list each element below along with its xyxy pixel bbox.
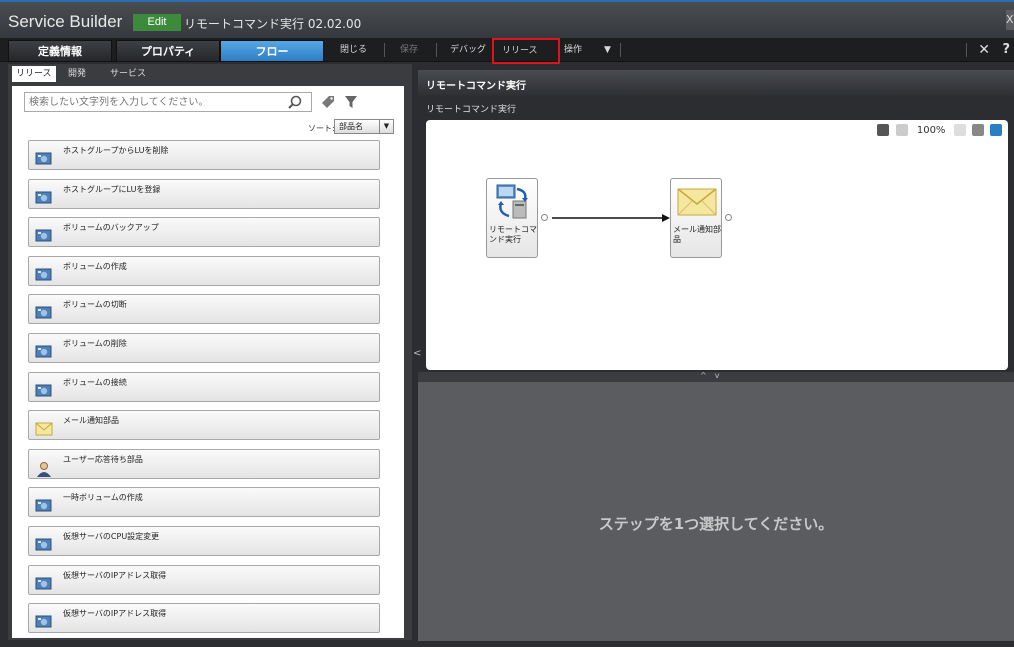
flow-canvas[interactable]: 100% リモートコマンド実行 メール通知部品 — [426, 120, 1008, 370]
mail-icon — [677, 188, 717, 216]
flow-subtitle: リモートコマンド実行 — [426, 105, 517, 115]
search-input[interactable] — [24, 92, 312, 112]
component-icon — [35, 384, 53, 398]
tab-toolbar-row: 定義情報 プロパティ フロー 閉じる 保存 デバッグ リリース 操作 ▼ ✕ ? — [0, 38, 1014, 64]
list-item[interactable]: ボリュームのバックアップ — [28, 217, 380, 248]
list-item[interactable]: ボリュームの接続 — [28, 371, 380, 402]
list-item-label: メール通知部品 — [63, 416, 119, 426]
list-item[interactable]: 仮想サーバのIPアドレス取得 — [28, 603, 380, 634]
chevron-down-icon: ▼ — [379, 120, 393, 133]
list-item-label: 仮想サーバのIPアドレス取得 — [63, 570, 167, 580]
collapse-left-icon[interactable]: < — [413, 348, 421, 359]
flow-header: リモートコマンド実行 — [418, 70, 1014, 96]
operation-menu-label[interactable]: 操作 — [564, 42, 582, 58]
sort-label: ソート: — [308, 124, 335, 133]
window-close-button[interactable]: X — [1006, 10, 1014, 30]
release-button[interactable]: リリース — [492, 38, 560, 64]
component-icon — [35, 229, 53, 243]
step-detail-pane: ステップを1つ選択してください。 — [418, 382, 1014, 647]
search-icon[interactable] — [288, 95, 302, 109]
subtab-release[interactable]: リリース — [12, 66, 56, 82]
output-port[interactable] — [541, 214, 548, 221]
list-item[interactable]: ボリュームの作成 — [28, 255, 380, 286]
sort-select[interactable]: 部品名 ▼ — [334, 119, 394, 134]
component-icon — [35, 152, 53, 166]
app-title: Service Builder — [8, 12, 123, 31]
list-item[interactable]: ユーザー応答待ち部品 — [28, 448, 380, 479]
remote-command-icon — [496, 184, 528, 219]
empty-selection-message: ステップを1つ選択してください。 — [598, 515, 834, 533]
component-icon — [35, 538, 53, 552]
list-item[interactable]: 仮想サーバのIPアドレス取得 — [28, 564, 380, 595]
user-icon — [35, 461, 53, 477]
list-item[interactable]: ボリュームの切断 — [28, 294, 380, 325]
toolbar-divider — [966, 43, 967, 57]
bottom-bar — [0, 641, 1014, 647]
component-icon — [35, 615, 53, 629]
tab-definition[interactable]: 定義情報 — [8, 40, 112, 62]
list-item[interactable]: 一時ボリュームの作成 — [28, 487, 380, 518]
component-icon — [35, 306, 53, 320]
list-item-label: ボリュームの作成 — [63, 261, 127, 271]
splitter-arrows-icon[interactable]: ^v — [700, 371, 727, 380]
toolbar-divider — [436, 43, 437, 57]
list-item-label: ボリュームの接続 — [63, 377, 127, 387]
flow-node-remote-command[interactable]: リモートコマンド実行 — [486, 178, 538, 258]
flow-subtitle-bar: リモートコマンド実行 — [418, 96, 1014, 120]
tab-flow[interactable]: フロー — [220, 40, 324, 62]
mail-icon — [35, 422, 53, 436]
help-icon[interactable]: ? — [1002, 42, 1010, 57]
component-icon — [35, 191, 53, 205]
list-item-label: 仮想サーバのIPアドレス取得 — [63, 609, 167, 619]
tag-icon[interactable] — [320, 94, 336, 110]
component-panel: リリース 開発 サービス ソート: 部品名 ▼ ホストグループからLUを削除ホス… — [8, 64, 412, 640]
list-item-label: 仮想サーバのCPU設定変更 — [63, 532, 160, 541]
component-icon — [35, 345, 53, 359]
service-name: リモートコマンド実行 02.02.00 — [184, 17, 362, 31]
flow-node-mail[interactable]: メール通知部品 — [670, 178, 722, 258]
list-item[interactable]: メール通知部品 — [28, 410, 380, 441]
title-bar: Service Builder Edit リモートコマンド実行 02.02.00… — [0, 0, 1014, 38]
list-item-label: 一時ボリュームの作成 — [63, 493, 143, 503]
list-item-label: ホストグループにLUを登録 — [63, 184, 161, 194]
edit-mode-badge: Edit — [133, 14, 181, 31]
filter-icon[interactable] — [344, 94, 358, 110]
chevron-down-icon[interactable]: ▼ — [604, 42, 611, 58]
tab-properties[interactable]: プロパティ — [116, 40, 220, 62]
list-item[interactable]: ボリュームの削除 — [28, 333, 380, 363]
flow-node-label: メール通知部品 — [673, 225, 721, 244]
save-button[interactable]: 保存 — [400, 42, 418, 58]
output-port[interactable] — [725, 214, 732, 221]
subtab-development[interactable]: 開発 — [64, 66, 90, 82]
list-item-label: ホストグループからLUを削除 — [63, 146, 169, 155]
component-list: ソート: 部品名 ▼ ホストグループからLUを削除ホストグループにLUを登録ボリ… — [12, 86, 404, 638]
list-item[interactable]: ホストグループにLUを登録 — [28, 178, 380, 209]
close-x-icon[interactable]: ✕ — [978, 42, 990, 58]
toolbar-divider — [620, 43, 621, 57]
component-icon — [35, 268, 53, 282]
sort-value: 部品名 — [339, 122, 363, 131]
component-icon — [35, 577, 53, 591]
flow-node-label: リモートコマンド実行 — [489, 225, 537, 244]
component-icon — [35, 499, 53, 513]
close-button[interactable]: 閉じる — [340, 42, 367, 58]
list-item[interactable]: ホストグループからLUを削除 — [28, 140, 380, 170]
toolbar-divider — [384, 43, 385, 57]
list-item-label: ユーザー応答待ち部品 — [63, 454, 143, 464]
list-item-label: ボリュームの削除 — [63, 339, 127, 348]
list-item[interactable]: 仮想サーバのCPU設定変更 — [28, 526, 380, 556]
subtab-service[interactable]: サービス — [106, 66, 150, 82]
flow-title: リモートコマンド実行 — [426, 81, 526, 92]
list-item-label: ボリュームのバックアップ — [63, 223, 159, 233]
list-item-label: ボリュームの切断 — [63, 300, 127, 310]
debug-button[interactable]: デバッグ — [450, 42, 486, 58]
